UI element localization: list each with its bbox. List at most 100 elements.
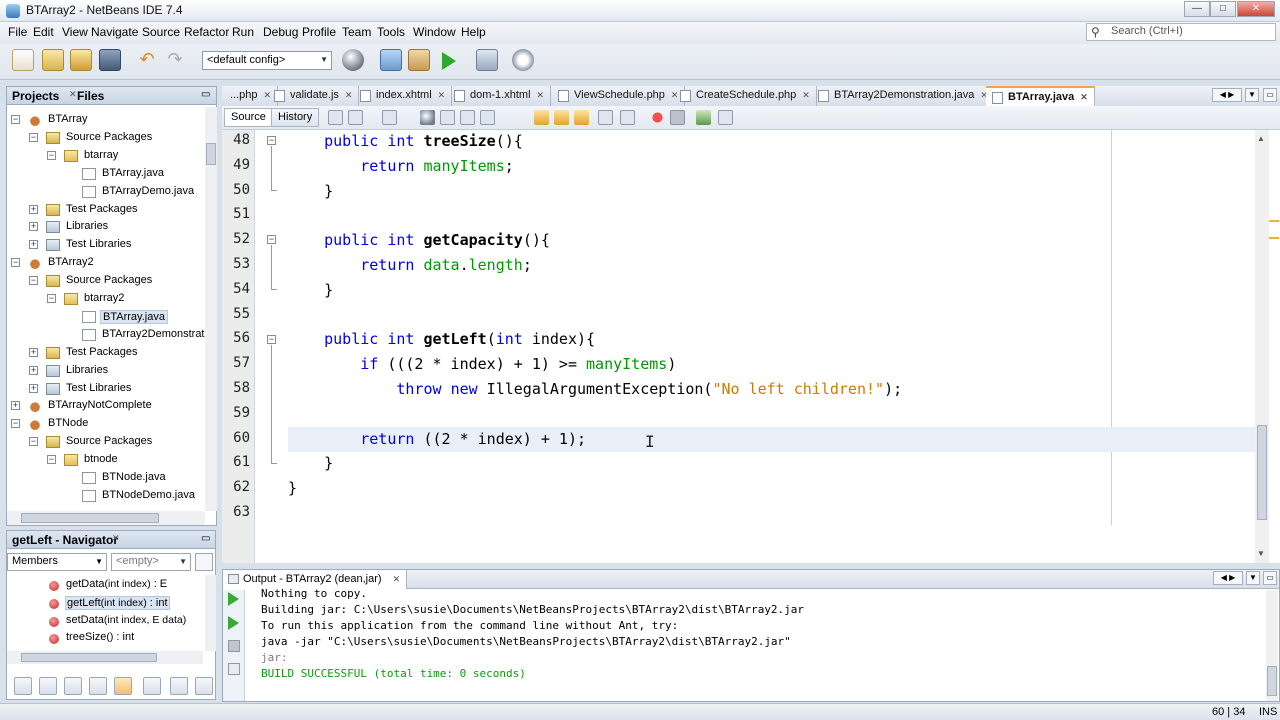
close-icon[interactable]: ✕ xyxy=(802,90,810,100)
last-edit-icon[interactable] xyxy=(328,110,343,125)
sort-by-source-icon[interactable] xyxy=(170,677,188,695)
output-vscroll[interactable] xyxy=(1266,590,1278,701)
code-line[interactable]: } xyxy=(288,182,333,200)
code-line[interactable]: return data.length; xyxy=(288,256,532,274)
expand-toggle-icon[interactable]: + xyxy=(29,383,38,393)
menu-view[interactable]: View xyxy=(62,25,88,39)
expand-toggle-icon[interactable]: − xyxy=(47,294,56,303)
config-select[interactable]: <default config> ▼ xyxy=(202,51,332,70)
editor-tab[interactable]: dom-1.xhtml ✕ xyxy=(448,86,552,106)
minimize-panel-icon[interactable]: ▭ xyxy=(201,533,210,544)
code-line[interactable]: } xyxy=(288,281,333,299)
tree-item[interactable]: + Test Packages xyxy=(7,201,205,219)
navigator-vscroll[interactable] xyxy=(205,575,216,651)
menu-tools[interactable]: Tools xyxy=(377,25,405,39)
menu-help[interactable]: Help xyxy=(461,25,486,39)
menu-file[interactable]: File xyxy=(8,25,27,39)
editor-tab[interactable]: BTArray.java ✕ xyxy=(986,86,1095,106)
close-icon[interactable]: ✕ xyxy=(112,533,120,544)
expand-toggle-icon[interactable]: − xyxy=(11,258,20,268)
new-file-icon[interactable] xyxy=(12,49,34,71)
settings-icon[interactable] xyxy=(228,663,240,675)
tree-item[interactable]: − BTNode xyxy=(7,415,205,433)
menu-navigate[interactable]: Navigate xyxy=(91,25,138,39)
tree-item[interactable]: BTArray.java xyxy=(7,165,205,183)
expand-toggle-icon[interactable]: − xyxy=(11,419,20,429)
editor-tab[interactable]: ViewSchedule.php ✕ xyxy=(552,86,686,106)
tree-item[interactable]: − Source Packages xyxy=(7,272,205,290)
static-filter-icon[interactable] xyxy=(64,677,82,695)
clean-build-icon[interactable] xyxy=(408,49,430,71)
shift-left-icon[interactable] xyxy=(598,110,613,125)
close-icon[interactable]: ✕ xyxy=(345,90,353,100)
close-button[interactable]: ✕ xyxy=(1237,1,1275,17)
tree-item[interactable]: BTNodeDemo.java xyxy=(7,487,205,505)
find-icon[interactable] xyxy=(420,110,435,125)
tree-item[interactable]: + Test Packages xyxy=(7,344,205,362)
fold-toggle-icon[interactable]: − xyxy=(267,235,276,244)
code-line[interactable]: public int treeSize(){ xyxy=(288,132,523,150)
source-button[interactable]: Source xyxy=(224,108,273,127)
expand-toggle-icon[interactable]: + xyxy=(29,222,38,232)
tree-item[interactable]: + Test Libraries xyxy=(7,380,205,398)
forward-icon[interactable] xyxy=(382,110,397,125)
editor-tab[interactable]: index.xhtml ✕ xyxy=(354,86,453,106)
inherited-members-icon[interactable] xyxy=(14,677,32,695)
tree-item[interactable]: − Source Packages xyxy=(7,433,205,451)
minimize-button[interactable]: — xyxy=(1184,1,1210,17)
error-stripe-mark[interactable] xyxy=(1269,237,1279,239)
code-line[interactable]: public int getLeft(int index){ xyxy=(288,330,595,348)
error-stripe-mark[interactable] xyxy=(1269,220,1279,222)
build-icon[interactable] xyxy=(380,49,402,71)
scroll-down-icon[interactable]: ▼ xyxy=(1257,549,1265,558)
close-icon[interactable]: ✕ xyxy=(438,90,446,100)
tree-item[interactable]: − btarray xyxy=(7,147,205,165)
expand-toggle-icon[interactable]: − xyxy=(11,115,20,124)
back-icon[interactable] xyxy=(348,110,363,125)
tree-item[interactable]: − Source Packages xyxy=(7,129,205,147)
code-line[interactable]: } xyxy=(288,479,297,497)
tree-item[interactable]: + Libraries xyxy=(7,362,205,380)
code-line[interactable]: return ((2 * index) + 1); xyxy=(288,430,586,448)
tab-projects[interactable]: Projects xyxy=(12,89,59,103)
tree-item[interactable]: BTArrayDemo.java xyxy=(7,183,205,201)
undo-icon[interactable]: ↶ xyxy=(136,49,158,71)
stop-icon[interactable] xyxy=(228,640,240,652)
code-area[interactable]: public int treeSize(){ return manyItems;… xyxy=(288,130,1248,563)
tree-item[interactable]: + Test Libraries xyxy=(7,236,205,254)
editor-vscroll[interactable]: ▲ ▼ xyxy=(1255,130,1269,563)
rerun-with-params-icon[interactable] xyxy=(228,616,239,630)
editor-tab[interactable]: BTArray2Demonstration.java ✕ xyxy=(812,86,995,106)
nonpublic-filter-icon[interactable] xyxy=(89,677,107,695)
open-project-icon[interactable] xyxy=(70,49,92,71)
menu-debug[interactable]: Debug xyxy=(263,25,298,39)
maximize-button[interactable]: □ xyxy=(1210,1,1236,17)
expand-toggle-icon[interactable]: − xyxy=(29,437,38,447)
check-icon[interactable] xyxy=(696,110,711,125)
new-project-icon[interactable] xyxy=(42,49,64,71)
scroll-up-icon[interactable]: ▲ xyxy=(1257,134,1265,143)
tab-list-icon[interactable]: ▼ xyxy=(1246,571,1260,585)
code-line[interactable]: return manyItems; xyxy=(288,157,514,175)
fqn-icon[interactable] xyxy=(195,677,213,695)
rerun-icon[interactable] xyxy=(228,592,239,606)
tree-item[interactable]: − BTArray xyxy=(7,111,205,129)
expand-toggle-icon[interactable]: + xyxy=(29,365,38,375)
tab-scroll-arrows-icon[interactable]: ◀ ▶ xyxy=(1212,88,1242,102)
globe-icon[interactable] xyxy=(342,49,364,71)
projects-vscroll[interactable] xyxy=(205,107,217,511)
find-previous-icon[interactable] xyxy=(440,110,455,125)
sort-by-name-icon[interactable] xyxy=(143,677,161,695)
tree-item[interactable]: + Libraries xyxy=(7,218,205,236)
filter-options-icon[interactable] xyxy=(195,553,213,571)
editor-tab[interactable]: CreateSchedule.php ✕ xyxy=(674,86,817,106)
tree-item[interactable]: + BTArrayNotComplete xyxy=(7,397,205,415)
menu-run[interactable]: Run xyxy=(232,25,254,39)
fold-toggle-icon[interactable]: − xyxy=(267,335,276,344)
code-editor[interactable]: 48 49 50 51 52 53 54 55 56 57 58 59 60 61 62 63 public … xyxy=(222,130,1280,563)
shift-right-icon[interactable] xyxy=(620,110,635,125)
prev-bookmark-icon[interactable] xyxy=(534,110,549,125)
tab-scroll-arrows-icon[interactable]: ◀ ▶ xyxy=(1213,571,1243,585)
stop-macro-icon[interactable] xyxy=(670,110,685,125)
expand-toggle-icon[interactable]: − xyxy=(29,276,38,286)
